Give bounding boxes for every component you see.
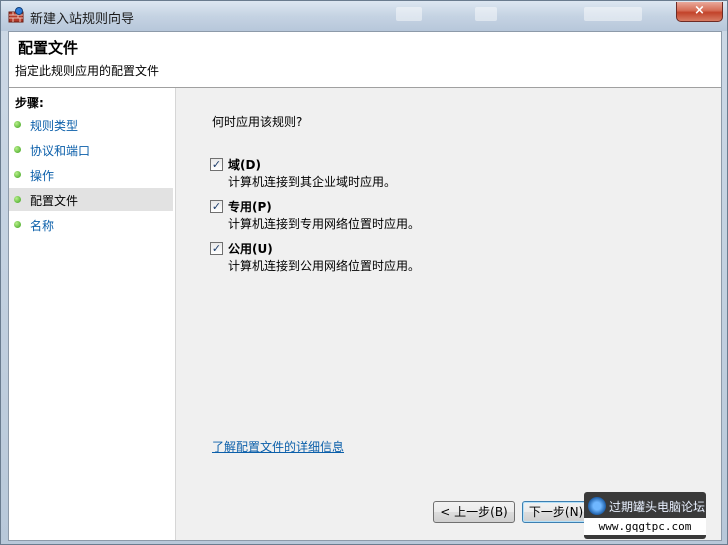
title-bar[interactable]: 新建入站规则向导 × (1, 1, 727, 31)
page-subtitle: 指定此规则应用的配置文件 (15, 64, 160, 78)
question-text: 何时应用该规则? (212, 115, 303, 129)
wizard-header: 配置文件 指定此规则应用的配置文件 (9, 32, 721, 88)
step-protocol-port[interactable]: 协议和端口 (9, 138, 173, 161)
option-description: 计算机连接到公用网络位置时应用。 (228, 259, 421, 273)
step-rule-type[interactable]: 规则类型 (9, 113, 173, 136)
private-checkbox[interactable]: ✓ (210, 200, 223, 213)
step-profile[interactable]: 配置文件 (9, 188, 173, 211)
wizard-window: 新建入站规则向导 × 配置文件 指定此规则应用的配置文件 步骤: 规则类型 协议… (0, 0, 728, 545)
watermark-url: www.gqgtpc.com (584, 518, 706, 535)
background-blur (475, 7, 497, 21)
status-dot-icon (14, 121, 21, 128)
status-dot-icon (14, 171, 21, 178)
step-label: 协议和端口 (30, 144, 91, 158)
learn-more-link[interactable]: 了解配置文件的详细信息 (212, 438, 344, 455)
status-dot-icon (14, 196, 21, 203)
background-blur (396, 7, 422, 21)
watermark-text: 过期罐头电脑论坛 (609, 500, 706, 514)
background-blur (584, 7, 642, 21)
option-label[interactable]: 公用(U) (228, 240, 273, 257)
forum-logo-icon (588, 497, 606, 515)
steps-title: 步骤: (15, 96, 44, 110)
option-description: 计算机连接到专用网络位置时应用。 (228, 217, 421, 231)
option-label[interactable]: 专用(P) (228, 198, 272, 215)
steps-panel: 步骤: 规则类型 协议和端口 操作 配置文件 名称 (9, 88, 176, 540)
page-title: 配置文件 (18, 39, 79, 57)
status-dot-icon (14, 146, 21, 153)
step-name[interactable]: 名称 (9, 213, 173, 236)
status-dot-icon (14, 221, 21, 228)
step-label: 名称 (30, 219, 55, 233)
back-button[interactable]: < 上一步(B) (433, 501, 515, 523)
domain-checkbox[interactable]: ✓ (210, 158, 223, 171)
close-button[interactable]: × (676, 2, 723, 22)
option-description: 计算机连接到其企业域时应用。 (228, 175, 397, 189)
public-checkbox[interactable]: ✓ (210, 242, 223, 255)
step-label: 配置文件 (30, 194, 79, 208)
firewall-icon (8, 7, 24, 23)
wizard-client: 配置文件 指定此规则应用的配置文件 步骤: 规则类型 协议和端口 操作 配置文件 (8, 31, 722, 541)
window-title: 新建入站规则向导 (30, 12, 135, 27)
main-panel: 何时应用该规则? ✓ 域(D) 计算机连接到其企业域时应用。 ✓ 专用(P) 计… (176, 88, 721, 540)
step-label: 规则类型 (30, 119, 79, 133)
step-action[interactable]: 操作 (9, 163, 173, 186)
step-label: 操作 (30, 169, 55, 183)
watermark: 过期罐头电脑论坛 www.gqgtpc.com (584, 492, 706, 539)
option-label[interactable]: 域(D) (228, 156, 261, 173)
